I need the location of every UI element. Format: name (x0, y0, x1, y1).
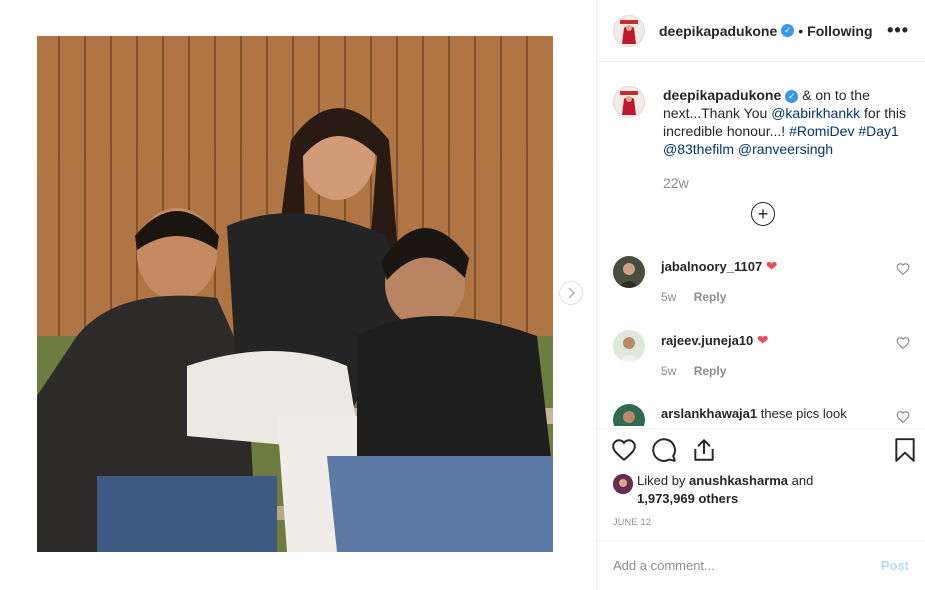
comment-text: jabalnoory_1107 ❤ (661, 258, 881, 275)
red-heart-emoji-icon: ❤ (765, 258, 778, 274)
caption-body: deepikapadukone ✓ & on to the next...Than… (663, 86, 909, 192)
author-username[interactable]: deepikapadukone (659, 23, 777, 39)
caption-timestamp[interactable]: 22w (663, 174, 909, 192)
next-photo-button[interactable] (559, 281, 583, 305)
caption-username[interactable]: deepikapadukone (663, 87, 781, 103)
caption-author-avatar[interactable] (613, 86, 645, 118)
post-photo[interactable] (37, 36, 553, 552)
comment-username[interactable]: arslankhawaja1 (661, 406, 757, 421)
comment-username[interactable]: rajeev.juneja10 (661, 333, 753, 348)
liked-by-user[interactable]: anushkasharma (689, 473, 788, 488)
commenter-avatar-image (613, 256, 645, 288)
commenter-avatar-image (613, 404, 645, 426)
post-details-panel: deepikapadukone ✓ • Following ••• deepik… (596, 0, 925, 590)
liked-by-label: Liked by (637, 473, 690, 488)
reply-button[interactable]: Reply (694, 290, 727, 304)
liker-avatar-image (613, 474, 633, 494)
post-date[interactable]: JUNE 12 (613, 517, 651, 527)
bookmark-icon[interactable] (892, 437, 918, 463)
load-more-comments-button[interactable]: + (751, 202, 775, 226)
commenter-avatar[interactable] (613, 256, 645, 288)
likes-text: Liked by anushkasharma and 1,973,969 oth… (637, 472, 909, 508)
post-media-area (0, 0, 596, 590)
post-header: deepikapadukone ✓ • Following ••• (597, 0, 925, 62)
caption-link[interactable]: #Day1 (858, 123, 898, 139)
comment-meta: 5w Reply (661, 290, 726, 304)
comment-input[interactable] (613, 558, 881, 573)
commenter-avatar[interactable] (613, 330, 645, 362)
caption-link[interactable]: @kabirkhankk (771, 105, 860, 121)
reply-button[interactable]: Reply (694, 364, 727, 378)
caption-link[interactable]: @83thefilm (663, 141, 734, 157)
comment-username[interactable]: jabalnoory_1107 (661, 259, 762, 274)
caption-link[interactable]: @ranveersingh (738, 141, 833, 157)
caption-verified-badge-icon: ✓ (785, 89, 799, 103)
comment-text: rajeev.juneja10 ❤ (661, 332, 881, 349)
more-options-icon[interactable]: ••• (887, 20, 909, 41)
verified-badge-icon: ✓ (781, 24, 795, 37)
heart-outline-icon[interactable] (611, 437, 637, 463)
comment-like-heart-icon[interactable] (896, 262, 910, 276)
commenter-avatar[interactable] (613, 404, 645, 426)
caption: deepikapadukone ✓ & on to the next...Than… (597, 64, 925, 192)
post-comment-button[interactable]: Post (881, 558, 909, 573)
comments-list[interactable]: deepikapadukone ✓ & on to the next...Than… (597, 64, 925, 426)
share-arrow-icon[interactable] (691, 437, 717, 463)
chevron-right-icon (568, 287, 576, 299)
red-heart-emoji-icon: ❤ (756, 332, 769, 348)
photo-illustration (37, 36, 553, 552)
comment-body: these pics look (760, 406, 847, 421)
post-action-bar (597, 428, 925, 474)
likes-and-label: and (788, 473, 814, 488)
likes-count[interactable]: 1,973,969 others (637, 491, 738, 506)
comment-like-heart-icon[interactable] (896, 336, 910, 350)
commenter-avatar-image (613, 330, 645, 362)
likes-summary: Liked by anushkasharma and 1,973,969 oth… (613, 472, 909, 508)
author-avatar-image (614, 15, 644, 46)
add-comment-bar: Post (597, 540, 925, 590)
caption-avatar-image (614, 87, 644, 117)
speech-bubble-icon[interactable] (651, 437, 677, 463)
comment-timestamp[interactable]: 5w (661, 364, 676, 378)
separator-dot: • (798, 22, 804, 39)
comment-like-heart-icon[interactable] (896, 410, 910, 424)
following-button[interactable]: Following (807, 23, 872, 39)
comment-text: arslankhawaja1 these pics look (661, 406, 881, 421)
caption-link[interactable]: #RomiDev (789, 123, 854, 139)
author-avatar[interactable] (613, 14, 645, 47)
comment-timestamp[interactable]: 5w (661, 290, 676, 304)
comment-meta: 5w Reply (661, 364, 726, 378)
liker-avatar[interactable] (613, 474, 633, 494)
